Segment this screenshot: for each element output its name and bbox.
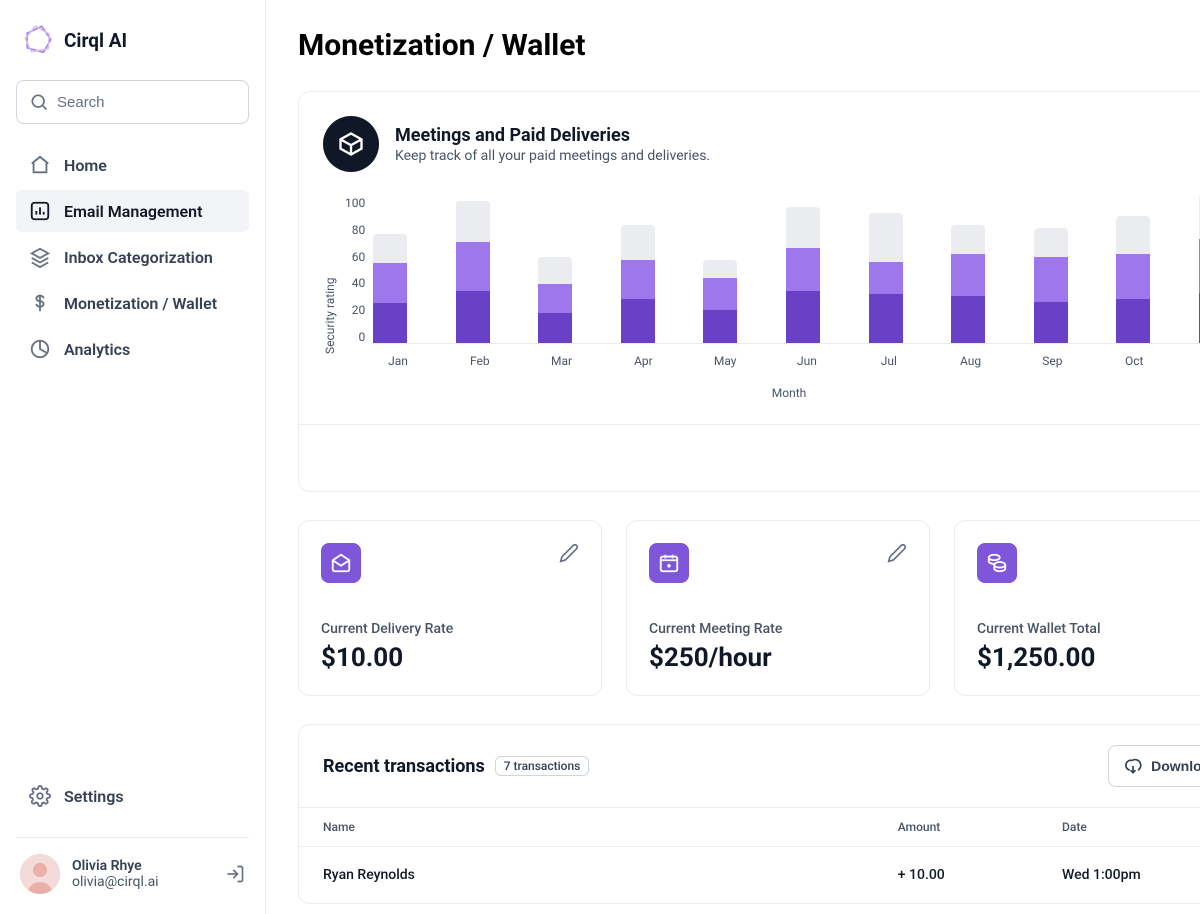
cell-amount: + 10.00	[874, 847, 1038, 904]
chart-title: Meetings and Paid Deliveries	[395, 125, 710, 146]
nav-analytics[interactable]: Analytics	[16, 328, 249, 370]
bar-chart-icon	[28, 199, 52, 223]
y-axis-label: Security rating	[323, 196, 337, 400]
box-icon	[323, 116, 379, 172]
table-row[interactable]: Ryan Reynolds+ 10.00Wed 1:00pm	[299, 847, 1200, 904]
bar-col	[373, 234, 407, 344]
download-label: Download	[1151, 758, 1200, 774]
col-amount: Amount	[874, 808, 1038, 847]
gear-icon	[28, 784, 52, 808]
col-name: Name	[299, 808, 874, 847]
rate-value: $10.00	[321, 643, 579, 673]
download-cloud-icon	[1123, 756, 1143, 776]
logo-icon	[22, 24, 54, 56]
divider	[16, 837, 249, 838]
nav-email-management[interactable]: Email Management	[16, 190, 249, 232]
cell-name: Ryan Reynolds	[299, 847, 874, 904]
settings-label: Settings	[64, 787, 124, 806]
download-button[interactable]: Download	[1108, 745, 1200, 787]
bar-col	[869, 213, 903, 343]
dollar-icon	[28, 291, 52, 315]
transactions-table: Name Amount Date Ryan Reynolds+ 10.00Wed…	[299, 807, 1200, 903]
edit-meeting-rate-button[interactable]	[887, 543, 907, 563]
transactions-count-badge: 7 transactions	[495, 756, 590, 776]
nav-home[interactable]: Home	[16, 144, 249, 186]
search-input[interactable]	[16, 80, 249, 124]
bar-col	[703, 260, 737, 343]
nav-inbox-categorization[interactable]: Inbox Categorization	[16, 236, 249, 278]
coins-icon	[977, 543, 1017, 583]
nav-label: Inbox Categorization	[64, 248, 213, 267]
pie-chart-icon	[28, 337, 52, 361]
mail-open-icon	[321, 543, 361, 583]
brand-logo[interactable]: Cirql AI	[16, 24, 249, 56]
nav-label: Email Management	[64, 202, 202, 221]
nav-settings[interactable]: Settings	[16, 775, 249, 817]
transactions-title: Recent transactions	[323, 756, 485, 777]
home-icon	[28, 153, 52, 177]
bar-col	[951, 225, 985, 343]
nav: Home Email Management Inbox Categorizati…	[16, 144, 249, 370]
x-axis-label: Month	[345, 386, 1200, 400]
brand-name: Cirql AI	[64, 29, 127, 52]
bar-col	[786, 207, 820, 343]
meeting-rate-card: Current Meeting Rate $250/hour	[626, 520, 930, 696]
transactions-card: Recent transactions 7 transactions Downl…	[298, 724, 1200, 904]
rate-value: $1,250.00	[977, 643, 1200, 673]
chart-subtitle: Keep track of all your paid meetings and…	[395, 148, 710, 164]
avatar[interactable]	[20, 854, 60, 894]
search-field[interactable]	[16, 80, 249, 124]
bar-col	[538, 257, 572, 343]
user-card: Olivia Rhye olivia@cirql.ai	[16, 854, 249, 894]
logout-button[interactable]	[225, 864, 245, 884]
nav-label: Home	[64, 156, 107, 175]
nav-label: Monetization / Wallet	[64, 294, 217, 313]
wallet-total-card: Current Wallet Total $1,250.00	[954, 520, 1200, 696]
bar-col	[621, 225, 655, 343]
main: Monetization / Wallet Meetings and Paid …	[266, 0, 1200, 914]
bar-col	[1034, 228, 1068, 343]
page-title: Monetization / Wallet	[298, 28, 1200, 63]
nav-monetization-wallet[interactable]: Monetization / Wallet	[16, 282, 249, 324]
sidebar: Cirql AI Home Email Management Inbox Cat…	[0, 0, 266, 914]
chart-card: Meetings and Paid Deliveries Keep track …	[298, 91, 1200, 492]
rate-value: $250/hour	[649, 643, 907, 673]
search-icon	[29, 92, 49, 112]
col-date: Date	[1038, 808, 1200, 847]
rate-label: Current Meeting Rate	[649, 621, 907, 637]
user-name: Olivia Rhye	[72, 858, 213, 874]
calendar-plus-icon	[649, 543, 689, 583]
delivery-rate-card: Current Delivery Rate $10.00	[298, 520, 602, 696]
layers-icon	[28, 245, 52, 269]
chart-bars	[373, 196, 1200, 344]
bar-col	[1116, 216, 1150, 343]
y-ticks: 100806040200	[345, 196, 373, 344]
rate-label: Current Wallet Total	[977, 621, 1200, 637]
rate-label: Current Delivery Rate	[321, 621, 579, 637]
user-email: olivia@cirql.ai	[72, 874, 213, 890]
cell-date: Wed 1:00pm	[1038, 847, 1200, 904]
bar-col	[456, 201, 490, 343]
edit-delivery-rate-button[interactable]	[559, 543, 579, 563]
x-ticks: JanFebMarAprMayJunJulAugSepOctNov	[381, 354, 1200, 368]
nav-label: Analytics	[64, 340, 130, 359]
